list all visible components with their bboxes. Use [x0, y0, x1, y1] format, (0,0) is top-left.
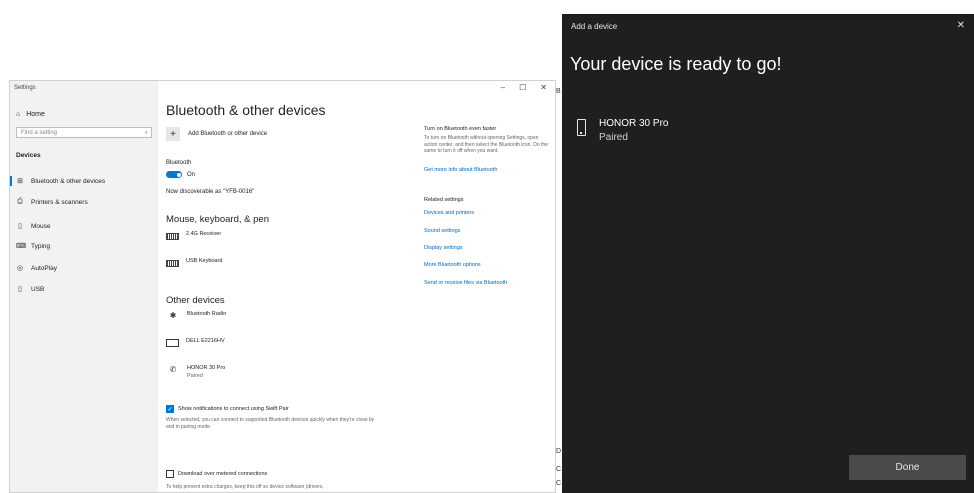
search-icon: ⌕	[144, 130, 148, 136]
sidebar-item-mouse[interactable]: ▯ Mouse	[16, 221, 51, 231]
device-name: HONOR 30 Pro	[187, 365, 226, 371]
home-icon: ⌂	[16, 111, 21, 118]
other-devices-heading: Other devices	[166, 295, 225, 306]
add-device-button[interactable]: + Add Bluetooth or other device	[166, 127, 267, 141]
window-title: Settings	[14, 85, 36, 91]
sidebar-item-label: USB	[31, 285, 45, 293]
device-name: USB Keyboard	[186, 258, 223, 264]
sidebar-item-bluetooth[interactable]: ⊞ Bluetooth & other devices	[9, 176, 106, 186]
metered-description: To help prevent extra charges, keep this…	[166, 484, 324, 490]
page-title: Bluetooth & other devices	[166, 102, 326, 118]
keyboard-icon	[166, 260, 179, 267]
device-item[interactable]: DELL E2216HV	[166, 338, 225, 347]
link-devices-printers[interactable]: Devices and printers	[424, 210, 474, 216]
tip-text: To turn on Bluetooth without opening Set…	[424, 135, 548, 154]
device-item[interactable]: ✆ HONOR 30 Pro Paired	[166, 365, 226, 379]
dialog-title: Add a device	[571, 22, 618, 31]
search-placeholder: Find a setting	[21, 130, 58, 136]
done-button[interactable]: Done	[849, 455, 966, 480]
background-window-fragment: C	[556, 480, 562, 487]
sidebar-item-autoplay[interactable]: ◎ AutoPlay	[16, 263, 57, 273]
sidebar-item-label: Mouse	[31, 222, 51, 230]
bluetooth-label: Bluetooth	[166, 160, 192, 166]
device-item[interactable]: 2.4G Receiver	[166, 231, 221, 240]
sidebar-item-usb[interactable]: ▯ USB	[16, 284, 44, 294]
device-name: Bluetooth Radio	[187, 311, 227, 317]
add-device-dialog: Add a device ✕ Your device is ready to g…	[562, 14, 974, 493]
home-label: Home	[26, 111, 45, 118]
device-item[interactable]: USB Keyboard	[166, 258, 222, 267]
plus-icon: +	[166, 127, 180, 141]
discoverable-text: Now discoverable as "YFB-0016"	[166, 189, 255, 195]
window-controls: – ☐ ✕	[501, 83, 547, 92]
search-input[interactable]: Find a setting ⌕	[16, 127, 152, 138]
usb-icon: ▯	[18, 286, 22, 293]
toggle-switch[interactable]	[166, 171, 182, 178]
sidebar-item-label: AutoPlay	[31, 264, 58, 272]
device-name: 2.4G Receiver	[186, 231, 222, 237]
phone-icon: ✆	[169, 365, 177, 374]
add-device-label: Add Bluetooth or other device	[188, 131, 268, 137]
sidebar-item-label: Printers & scanners	[31, 198, 88, 206]
link-sound-settings[interactable]: Sound settings	[424, 228, 460, 234]
metered-checkbox[interactable]	[166, 470, 174, 478]
sidebar-item-home[interactable]: ⌂ Home	[16, 111, 45, 118]
printer-icon: ⎙	[17, 198, 23, 205]
tip-heading: Turn on Bluetooth even faster	[424, 126, 497, 132]
sidebar-section-devices: Devices	[16, 152, 41, 159]
sidebar: Settings ⌂ Home Find a setting ⌕ Devices…	[9, 81, 158, 492]
sidebar-item-printers[interactable]: ⎙ Printers & scanners	[16, 197, 88, 207]
device-name: DELL E2216HV	[186, 338, 225, 344]
swift-pair-checkbox[interactable]: ✓	[166, 405, 174, 413]
maximize-button[interactable]: ☐	[519, 83, 526, 92]
toggle-state: On	[187, 171, 196, 178]
tip-link[interactable]: Get more info about Bluetooth	[424, 167, 497, 173]
sidebar-item-label: Bluetooth & other devices	[31, 177, 106, 185]
autoplay-icon: ◎	[16, 265, 24, 272]
background-window-fragment: B	[556, 88, 561, 95]
settings-window: Settings ⌂ Home Find a setting ⌕ Devices…	[9, 80, 556, 493]
metered-label: Download over metered connections	[178, 471, 268, 477]
close-button[interactable]: ✕	[540, 83, 547, 92]
paired-device-name: HONOR 30 Pro	[599, 118, 669, 129]
link-display-settings[interactable]: Display settings	[424, 245, 463, 251]
swift-pair-description: When selected, you can connect to suppor…	[166, 417, 375, 430]
dialog-heading: Your device is ready to go!	[570, 54, 782, 74]
settings-main: – ☐ ✕ Bluetooth & other devices + Add Bl…	[158, 81, 555, 492]
metered-checkbox-row[interactable]: Download over metered connections	[166, 470, 267, 478]
close-icon[interactable]: ✕	[957, 20, 965, 31]
mouse-icon: ▯	[18, 223, 22, 230]
bluetooth-devices-icon: ⊞	[17, 178, 23, 185]
mouse-keyboard-heading: Mouse, keyboard, & pen	[166, 214, 269, 225]
swift-pair-checkbox-row[interactable]: ✓ Show notifications to connect using Sw…	[166, 405, 289, 413]
related-heading: Related settings	[424, 197, 464, 203]
link-more-bluetooth[interactable]: More Bluetooth options	[424, 262, 481, 268]
background-window-fragment: C	[556, 466, 562, 473]
keyboard-icon	[166, 233, 179, 240]
bluetooth-toggle[interactable]: On	[166, 171, 195, 178]
swift-pair-label: Show notifications to connect using Swif…	[178, 406, 289, 412]
sidebar-item-label: Typing	[31, 242, 51, 250]
bluetooth-icon: ✱	[169, 311, 177, 320]
device-status: Paired	[187, 373, 203, 379]
device-item[interactable]: ✱ Bluetooth Radio	[166, 311, 227, 321]
link-send-receive-files[interactable]: Send or receive files via Bluetooth	[424, 280, 507, 286]
paired-device-status: Paired	[599, 132, 628, 143]
phone-icon	[577, 119, 586, 136]
keyboard-icon: ⌨	[16, 243, 27, 250]
minimize-button[interactable]: –	[501, 83, 505, 92]
background-window-fragment: D	[556, 448, 562, 455]
monitor-icon	[166, 339, 179, 347]
sidebar-item-typing[interactable]: ⌨ Typing	[16, 241, 50, 251]
